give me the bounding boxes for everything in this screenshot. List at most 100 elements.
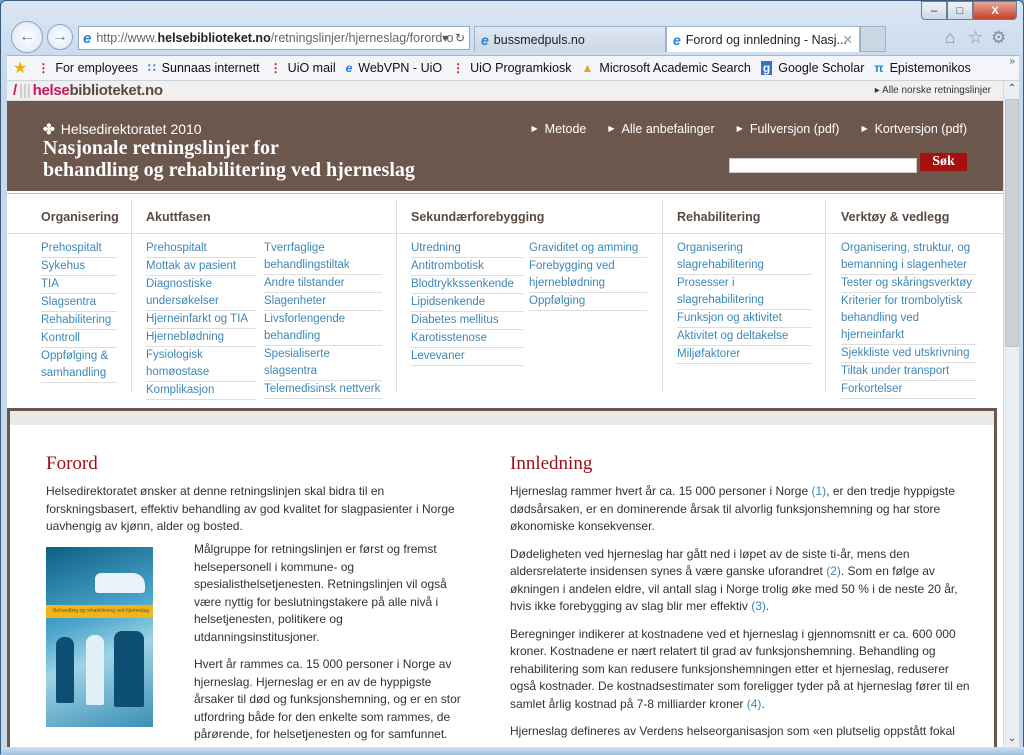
menu-link[interactable]: Forkortelser — [841, 381, 977, 399]
helsebiblioteket-logo[interactable]: / ||| helsebiblioteket.no — [13, 82, 163, 99]
favorite-uio-mail[interactable]: ⋮ UiO mail — [270, 61, 336, 75]
menu-link[interactable]: Slagsentra — [41, 294, 117, 312]
ie-icon: e — [83, 29, 92, 47]
menu-link[interactable]: Levevaner — [411, 348, 523, 366]
paragraph: Hvert år rammes ca. 15 000 personer i No… — [194, 657, 461, 741]
report-cover-image[interactable]: Behandling og rehabilitering ved hjernes… — [46, 547, 153, 727]
main-content: Forord Helsedirektoratet ønsker at denne… — [7, 408, 997, 747]
scroll-up-icon[interactable]: ⌃ — [1004, 81, 1020, 97]
menu-link[interactable]: Livsforlengende behandling — [264, 311, 382, 346]
address-controls[interactable]: ▾ ↻ — [442, 31, 465, 45]
reference-link[interactable]: (2) — [826, 564, 841, 578]
menu-link[interactable]: Antitrombotisk — [411, 258, 523, 276]
search-input[interactable] — [729, 158, 917, 173]
all-guidelines-link[interactable]: ▸ Alle norske retningslinjer — [875, 85, 991, 96]
paragraph: Hjerneslag rammer hvert år ca. 15 000 pe… — [510, 484, 955, 533]
menu-link[interactable]: TIA — [41, 276, 117, 294]
menu-link[interactable]: Kontroll — [41, 330, 117, 348]
forord-body: Målgruppe for retningslinjen er først og… — [194, 541, 469, 747]
menu-link[interactable]: Karotisstenose — [411, 330, 523, 348]
helsedirektoratet-logo-icon: ✤ — [43, 121, 55, 137]
reference-link[interactable]: (3) — [751, 599, 766, 613]
menu-link[interactable]: Prehospitalt — [41, 240, 117, 258]
mega-menu: Organisering Prehospitalt Sykehus TIA Slags… — [7, 196, 1003, 406]
back-button[interactable]: ← — [11, 21, 43, 53]
menu-link[interactable]: Hjerneinfarkt og TIA — [146, 311, 256, 329]
menu-link[interactable]: Andre tilstander — [264, 275, 382, 293]
tab-label: bussmedpuls.no — [493, 32, 585, 47]
menu-link[interactable]: Slagenheter — [264, 293, 382, 311]
menu-link[interactable]: Organisering, struktur, og bemanning i s… — [841, 240, 977, 275]
page-viewport: / ||| helsebiblioteket.no ▸ Alle norske re… — [7, 81, 1003, 747]
minimize-button[interactable]: – — [921, 1, 947, 20]
favorite-google-scholar[interactable]: g Google Scholar — [760, 61, 864, 75]
menu-link[interactable]: Fysiologisk homøostase — [146, 347, 256, 382]
address-bar[interactable]: e http://www. helsebiblioteket.no/retning… — [78, 26, 470, 50]
close-button[interactable]: X — [973, 1, 1017, 20]
dropdown-icon: ▾ — [442, 31, 449, 45]
menu-link[interactable]: Prehospitalt — [146, 240, 256, 258]
search-button[interactable]: Søk — [920, 153, 967, 171]
menu-link[interactable]: Aktivitet og deltakelse — [677, 328, 811, 346]
site-topbar: / ||| helsebiblioteket.no ▸ Alle norske re… — [7, 81, 1003, 101]
menu-link[interactable]: Graviditet og amming — [529, 240, 647, 258]
header-divider — [7, 191, 1003, 194]
tab-bussmedpuls[interactable]: e bussmedpuls.no — [474, 26, 666, 52]
menu-link[interactable]: Sykehus — [41, 258, 117, 276]
menu-link[interactable]: Hjerneblødning — [146, 329, 256, 347]
favorites-star-icon[interactable]: ☆ — [968, 28, 983, 48]
menu-link[interactable]: Rehabilitering — [41, 312, 117, 330]
scroll-down-icon[interactable]: ⌄ — [1004, 731, 1020, 747]
favorite-sunnaas[interactable]: ∷ Sunnaas internett — [148, 61, 260, 75]
menu-link[interactable]: Spesialiserte slagsentra — [264, 346, 382, 381]
menu-link[interactable]: Oppfølging — [529, 293, 647, 311]
menu-link[interactable]: Kriterier for trombolytisk behandling ve… — [841, 293, 977, 345]
scrollbar-thumb[interactable] — [1005, 99, 1019, 347]
menu-link[interactable]: Mottak av pasient — [146, 258, 256, 276]
menu-link[interactable]: Telemedisinsk nettverk — [264, 381, 382, 399]
menu-heading: Verktøy & vedlegg — [841, 210, 950, 224]
nav-kortversjon[interactable]: Kortversjon (pdf) — [861, 122, 967, 136]
menu-link[interactable]: Diagnostiske undersøkelser — [146, 276, 256, 311]
menu-link[interactable]: Funksjon og aktivitet — [677, 310, 811, 328]
url-domain: helsebiblioteket.no — [157, 31, 271, 45]
new-tab-button[interactable] — [860, 26, 886, 52]
menu-link[interactable]: Miljøfaktorer — [677, 346, 811, 364]
favorites-more-button[interactable]: » — [1009, 56, 1015, 67]
menu-heading: Akuttfasen — [146, 210, 211, 224]
menu-link[interactable]: Diabetes mellitus — [411, 312, 523, 330]
menu-link[interactable]: Lipidsenkende — [411, 294, 523, 312]
menu-link[interactable]: Tverrfaglige behandlingstiltak — [264, 240, 382, 275]
menu-link[interactable]: Tiltak under transport — [841, 363, 977, 381]
favorite-academic-search[interactable]: ▲ Microsoft Academic Search — [582, 61, 751, 75]
add-favorite-icon[interactable]: ★ — [13, 58, 27, 78]
menu-link[interactable]: Oppfølging & samhandling — [41, 348, 117, 383]
nav-alle-anbefalinger[interactable]: Alle anbefalinger — [608, 122, 715, 136]
reference-link[interactable]: (4) — [747, 697, 762, 711]
favorite-webvpn[interactable]: e WebVPN - UiO — [346, 61, 443, 75]
home-icon[interactable]: ⌂ — [945, 28, 955, 48]
section-title: Forord — [46, 453, 98, 474]
close-tab-icon[interactable]: ✕ — [843, 32, 853, 47]
favorite-for-employees[interactable]: ⋮ For employees — [37, 61, 138, 75]
nav-fullversjon[interactable]: Fullversjon (pdf) — [737, 122, 840, 136]
menu-link[interactable]: Organisering slagrehabilitering — [677, 240, 811, 275]
menu-link[interactable]: Utredning — [411, 240, 523, 258]
tab-forord[interactable]: e Forord og innledning - Nasj... ✕ — [666, 26, 860, 52]
forward-button[interactable]: → — [47, 24, 73, 50]
menu-link[interactable]: Sjekkliste ved utskrivning — [841, 345, 977, 363]
maximize-button[interactable]: □ — [947, 1, 973, 20]
menu-link[interactable]: Prosesser i slagrehabilitering — [677, 275, 811, 310]
menu-link[interactable]: Blodtrykkssenkende — [411, 276, 523, 294]
nav-metode[interactable]: Metode — [532, 122, 587, 136]
gear-icon[interactable]: ⚙ — [991, 28, 1006, 48]
favorite-epistemonikos[interactable]: π Epistemonikos — [874, 61, 970, 75]
ie-icon: e — [481, 31, 489, 48]
menu-link[interactable]: Tester og skåringsverktøy — [841, 275, 977, 293]
menu-link[interactable]: Forebygging ved hjerneblødning — [529, 258, 647, 293]
menu-link[interactable]: Komplikasjon — [146, 382, 256, 400]
vertical-scrollbar[interactable]: ⌃ ⌄ — [1003, 81, 1019, 747]
reference-link[interactable]: (1) — [811, 484, 826, 498]
menu-organisering: Organisering Prehospitalt Sykehus TIA Slags… — [41, 196, 121, 396]
favorite-programkiosk[interactable]: ⋮ UiO Programkiosk — [452, 61, 571, 75]
